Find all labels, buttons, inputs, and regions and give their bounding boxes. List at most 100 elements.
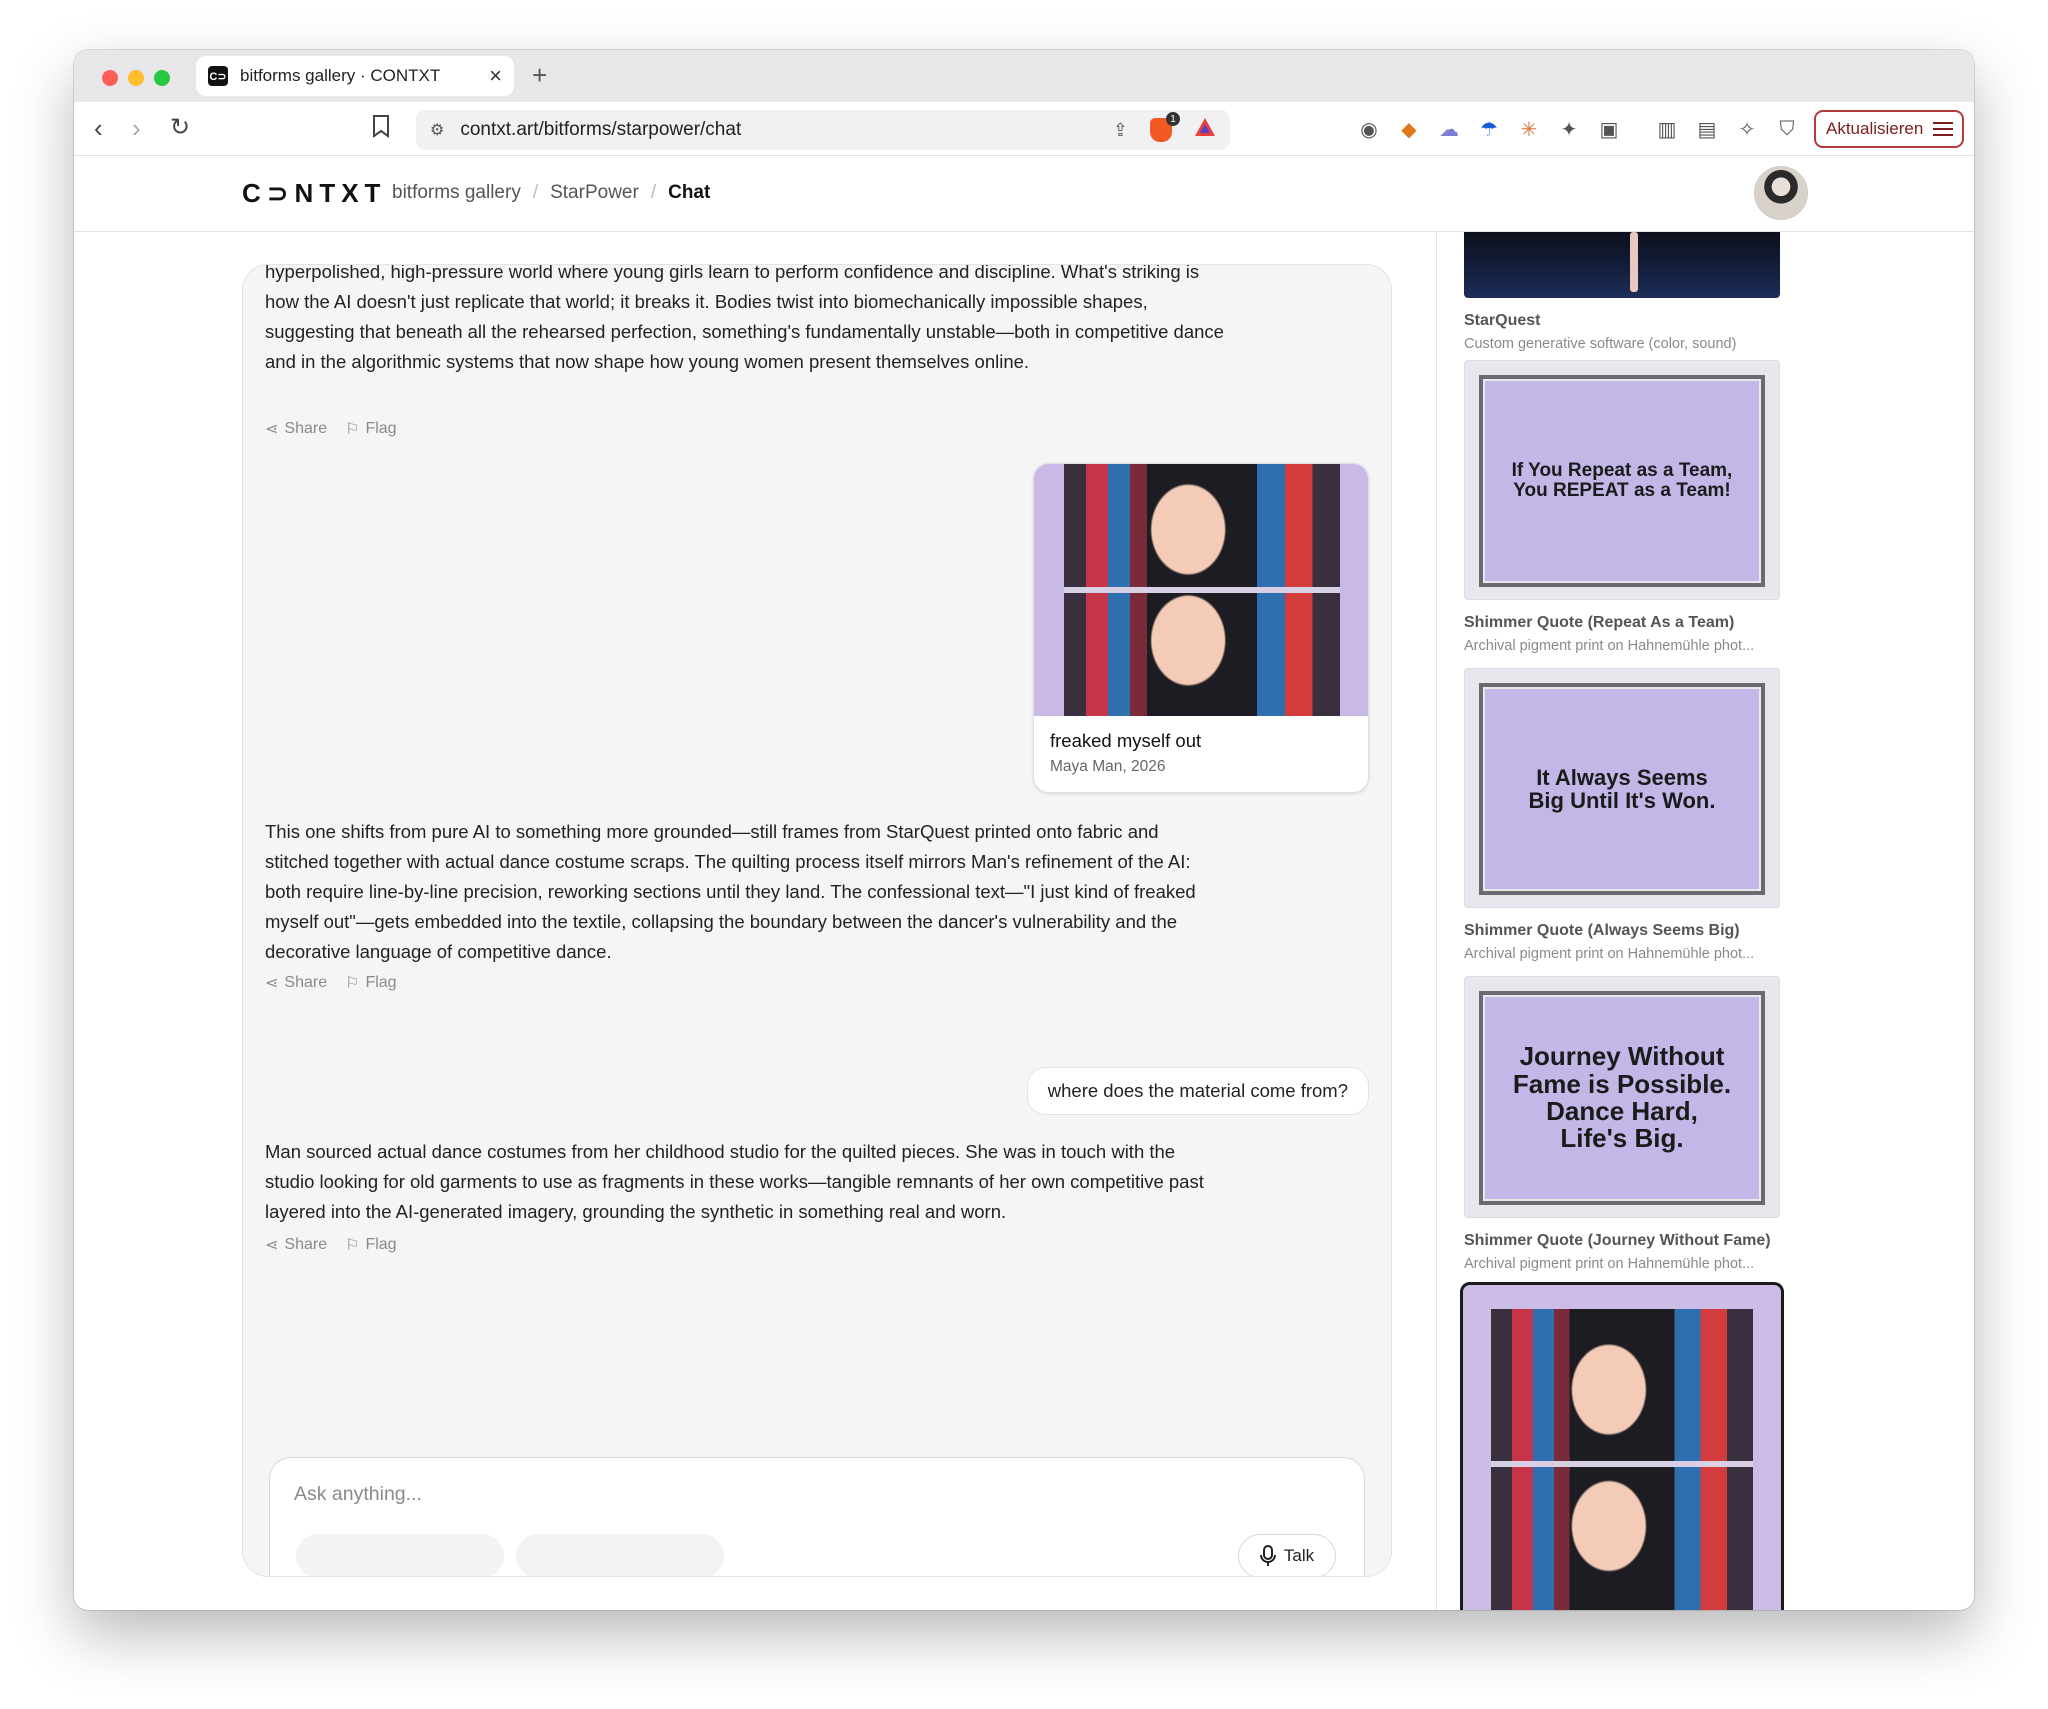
share-button[interactable]: ⋖ Share: [265, 1235, 327, 1255]
wallet-icon[interactable]: ▤: [1694, 116, 1720, 142]
close-tab-icon[interactable]: ×: [489, 63, 502, 89]
reload-icon[interactable]: ↻: [170, 114, 190, 142]
brave-rewards-icon[interactable]: [1194, 117, 1216, 143]
site-settings-icon[interactable]: ⚙: [430, 120, 444, 140]
artwork-subtitle: Archival pigment print on Hahnemühle pho…: [1464, 638, 1755, 654]
flag-label: Flag: [365, 1236, 397, 1253]
artwork-thumbnail: Journey Without Fame is Possible. Dance …: [1464, 976, 1780, 1218]
update-button-label: Aktualisieren: [1826, 119, 1924, 138]
share-label: Share: [284, 1236, 328, 1253]
back-icon[interactable]: ‹: [94, 114, 103, 142]
assistant-message: Man sourced actual dance costumes from h…: [265, 1141, 1204, 1222]
suggestion-chip[interactable]: [516, 1534, 724, 1576]
address-bar[interactable]: ⚙ contxt.art/bitforms/starpower/chat ⇪ 1: [416, 110, 1230, 150]
talk-button[interactable]: Talk: [1238, 1534, 1336, 1576]
artwork-card-image: [1034, 464, 1368, 716]
artwork-card-title: freaked myself out: [1050, 730, 1202, 751]
title-bar: C⊃ bitforms gallery · CONTXT × +: [74, 50, 1974, 102]
flag-label: Flag: [365, 420, 397, 437]
url-text: contxt.art/bitforms/starpower/chat: [460, 119, 742, 140]
share-icon: ⋖: [265, 1237, 279, 1254]
maximize-window-button[interactable]: [154, 70, 170, 86]
quilt-artwork-image: [1491, 1309, 1753, 1610]
artwork-item-selected-quilt[interactable]: [1460, 1282, 1784, 1610]
quilt-artwork-image: [1064, 464, 1340, 716]
assistant-message: This one shifts from pure AI to somethin…: [265, 821, 1196, 962]
share-label: Share: [284, 974, 328, 991]
artwork-item-always-big[interactable]: It Always Seems Big Until It's Won. Shim…: [1464, 668, 1780, 962]
artwork-title: StarQuest: [1464, 312, 1541, 329]
claude-extension-icon[interactable]: ✳: [1516, 116, 1542, 142]
share-button[interactable]: ⋖ Share: [265, 419, 327, 439]
artwork-item-journey-fame[interactable]: Journey Without Fame is Possible. Dance …: [1464, 976, 1780, 1272]
leo-ai-icon[interactable]: ✧: [1734, 116, 1760, 142]
forward-icon[interactable]: ›: [132, 114, 141, 142]
artwork-thumbnail: If You Repeat as a Team, You REPEAT as a…: [1464, 360, 1780, 600]
message-actions: ⋖ Share ⚐ Flag: [265, 419, 397, 439]
message-actions: ⋖ Share ⚐ Flag: [265, 1235, 397, 1255]
reader-mode-icon[interactable]: ▣: [1596, 116, 1622, 142]
artwork-title: Shimmer Quote (Repeat As a Team): [1464, 614, 1735, 631]
update-button[interactable]: Aktualisieren: [1814, 110, 1964, 148]
app-header: C⊃NTXT bitforms gallery / StarPower / Ch…: [74, 156, 1974, 232]
artwork-subtitle: Archival pigment print on Hahnemühle pho…: [1464, 1256, 1755, 1272]
browser-toolbar: ‹ › ↻ ⚙ contxt.art/bitforms/starpower/ch…: [74, 102, 1974, 156]
chat-composer: Talk: [269, 1457, 1365, 1576]
flag-icon: ⚐: [345, 975, 360, 992]
metamask-icon[interactable]: ◆: [1396, 116, 1422, 142]
bookmark-icon[interactable]: [372, 114, 390, 145]
cloud-extension-icon[interactable]: ☁: [1436, 116, 1462, 142]
new-tab-icon[interactable]: +: [532, 60, 547, 91]
brave-badge: 1: [1166, 112, 1180, 126]
flag-button[interactable]: ⚐ Flag: [345, 419, 396, 439]
sidebar-toggle-icon[interactable]: ▥: [1654, 116, 1680, 142]
menu-icon: [1933, 122, 1953, 136]
close-window-button[interactable]: [102, 70, 118, 86]
flag-label: Flag: [365, 974, 397, 991]
flag-icon: ⚐: [345, 421, 360, 438]
extension-icons: ◉ ◆ ☁ ☂ ✳ ✦ ▣ ▥ ▤ ✧ ⛉: [1356, 116, 1800, 142]
starquest-thumbnail: [1464, 232, 1780, 298]
browser-window: C⊃ bitforms gallery · CONTXT × + ‹ › ↻ ⚙…: [74, 50, 1974, 1610]
user-message: where does the material come from?: [1026, 1067, 1369, 1115]
vpn-shield-icon[interactable]: ⛉: [1774, 116, 1800, 142]
share-button[interactable]: ⋖ Share: [265, 973, 327, 993]
flag-icon: ⚐: [345, 1237, 360, 1254]
tab-title: bitforms gallery · CONTXT: [240, 66, 441, 85]
microphone-icon: [1259, 1545, 1276, 1566]
brave-shields-icon[interactable]: 1: [1150, 112, 1180, 142]
contxt-favicon-icon: C⊃: [208, 66, 228, 86]
vpn-extension-icon[interactable]: ☂: [1476, 116, 1502, 142]
shimmer-quote-text: Journey Without Fame is Possible. Dance …: [1479, 991, 1765, 1205]
breadcrumb-separator: /: [532, 182, 539, 203]
contxt-logo[interactable]: C⊃NTXT: [242, 178, 386, 209]
ask-input[interactable]: [294, 1476, 1334, 1512]
chat-panel: hyperpolished, high-pressure world where…: [242, 264, 1392, 1577]
shimmer-quote-text: It Always Seems Big Until It's Won.: [1479, 683, 1765, 895]
user-avatar[interactable]: [1754, 166, 1808, 220]
breadcrumb: bitforms gallery / StarPower / Chat: [392, 182, 710, 204]
suggestion-chip[interactable]: [296, 1534, 504, 1576]
extensions-puzzle-icon[interactable]: ✦: [1556, 116, 1582, 142]
assistant-message: hyperpolished, high-pressure world where…: [265, 264, 1224, 372]
minimize-window-button[interactable]: [128, 70, 144, 86]
onepassword-icon[interactable]: ◉: [1356, 116, 1382, 142]
breadcrumb-separator: /: [650, 182, 657, 203]
flag-button[interactable]: ⚐ Flag: [345, 973, 396, 993]
talk-label: Talk: [1283, 1546, 1315, 1565]
breadcrumb-gallery[interactable]: bitforms gallery: [392, 182, 521, 204]
breadcrumb-exhibition[interactable]: StarPower: [550, 182, 639, 204]
share-icon: ⋖: [265, 975, 279, 992]
breadcrumb-current: Chat: [668, 182, 711, 203]
artwork-item-repeat-team[interactable]: If You Repeat as a Team, You REPEAT as a…: [1464, 360, 1780, 654]
flag-button[interactable]: ⚐ Flag: [345, 1235, 396, 1255]
browser-tab[interactable]: C⊃ bitforms gallery · CONTXT ×: [196, 56, 514, 96]
artwork-title: Shimmer Quote (Journey Without Fame): [1464, 1232, 1771, 1249]
share-label: Share: [284, 420, 328, 437]
share-page-icon[interactable]: ⇪: [1113, 120, 1128, 141]
artwork-card[interactable]: freaked myself out Maya Man, 2026: [1033, 463, 1369, 793]
artwork-thumbnail: It Always Seems Big Until It's Won.: [1464, 668, 1780, 908]
artwork-subtitle: Archival pigment print on Hahnemühle pho…: [1464, 946, 1755, 962]
artwork-item-starquest[interactable]: StarQuest Custom generative software (co…: [1464, 232, 1780, 352]
artwork-title: Shimmer Quote (Always Seems Big): [1464, 922, 1740, 939]
